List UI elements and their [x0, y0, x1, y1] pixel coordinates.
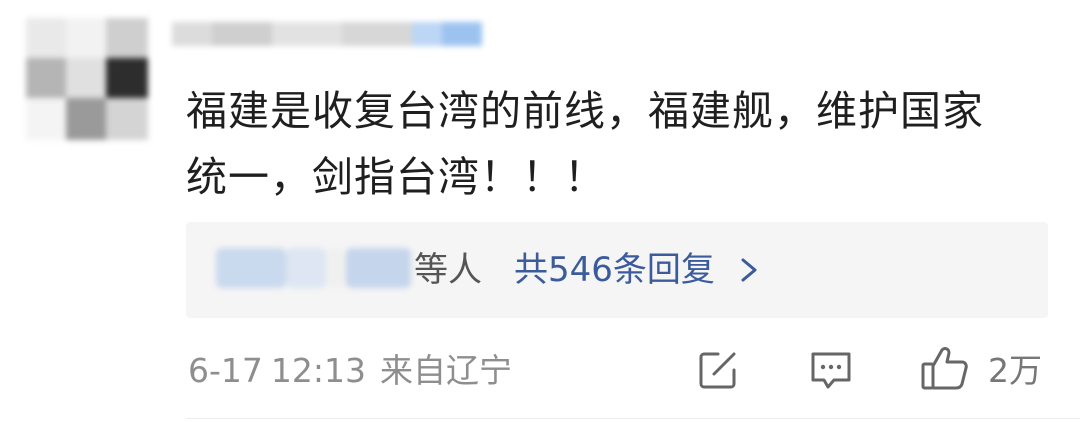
avatar[interactable]: [26, 18, 148, 140]
comment-text-line-1: 福建是收复台湾的前线，福建舰，维护国家: [186, 87, 984, 135]
comment-button[interactable]: [808, 348, 854, 392]
comment-time: 12:13: [270, 351, 367, 390]
like-button[interactable]: [920, 344, 970, 392]
comment-date: 6-17: [188, 351, 263, 390]
comment-icon: [811, 352, 851, 389]
replies-preview[interactable]: 等人 共546条回复: [186, 222, 1048, 318]
reply-user-names: [216, 244, 411, 292]
share-edit-icon: [699, 352, 736, 389]
like-count: 2万: [988, 351, 1042, 390]
comment-location: 来自辽宁: [380, 351, 513, 390]
divider: [186, 418, 1080, 419]
username[interactable]: [172, 14, 482, 50]
comment-meta: 6-17 12:13 来自辽宁: [188, 346, 512, 396]
comment-text-line-2: 统一，剑指台湾！！！: [186, 153, 606, 201]
thumbs-up-icon: [921, 347, 968, 390]
chevron-right-icon: [741, 258, 757, 282]
view-replies-label: 共546条回复: [514, 250, 715, 290]
share-edit-button[interactable]: [696, 348, 740, 392]
view-replies-link[interactable]: 共546条回复: [514, 246, 763, 294]
reply-suffix: 等人: [414, 250, 482, 290]
comment-text: 福建是收复台湾的前线，福建舰，维护国家 统一，剑指台湾！！！: [186, 78, 1056, 210]
